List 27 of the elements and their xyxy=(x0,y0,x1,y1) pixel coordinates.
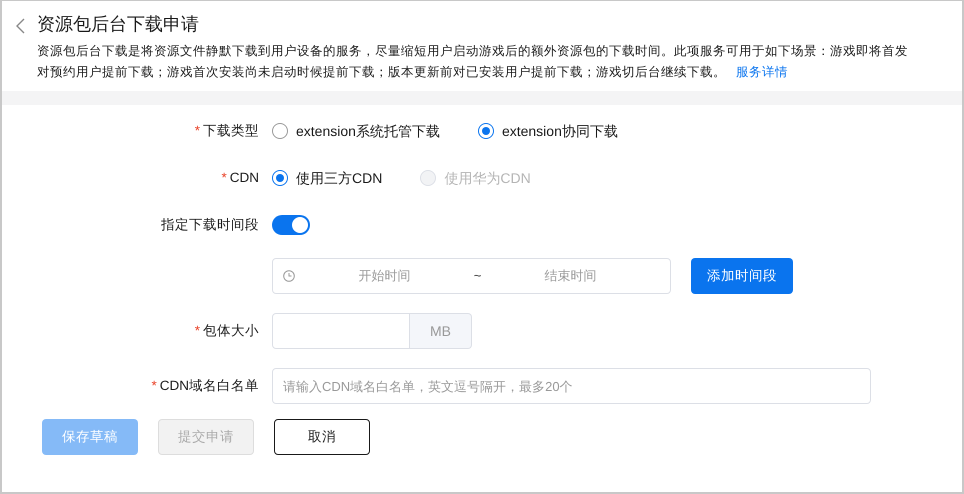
field-label: CDN xyxy=(230,170,259,185)
required-mark: * xyxy=(151,378,157,393)
radio-option[interactable]: 使用三方CDN xyxy=(272,168,382,188)
radio-option[interactable]: extension系统托管下载 xyxy=(272,120,440,142)
start-time-placeholder: 开始时间 xyxy=(357,267,412,286)
page-title: 资源包后台下载申请 xyxy=(37,13,200,36)
add-period-button[interactable]: 添加时间段 xyxy=(691,258,793,294)
clock-icon xyxy=(283,270,295,282)
radio-option[interactable]: extension协同下载 xyxy=(478,120,618,142)
toggle-switch[interactable] xyxy=(272,215,310,235)
unit-addon: MB xyxy=(410,313,472,349)
action-button[interactable]: 取消 xyxy=(274,419,370,455)
field-label: 下载类型 xyxy=(203,122,259,138)
required-mark: * xyxy=(194,122,200,138)
time-range-field[interactable]: 开始时间 ~ 结束时间 xyxy=(272,258,671,294)
size-field[interactable] xyxy=(272,313,410,349)
description: 资源包后台下载是将资源文件静默下载到用户设备的服务，尽量缩短用户启动游戏后的额外资源包的下载时间。此项服务可用于如下场景：游戏即将首发对预约用户提前下载；游戏首次安装尚未启动时候提前下载；版本更新前对已安装用户提前下载；游戏切后台继续下载。 服务详情 xyxy=(37,43,909,81)
service-details-link[interactable]: 服务详情 xyxy=(736,65,788,79)
field-label: CDN域名白名单 xyxy=(160,378,259,393)
back-icon[interactable] xyxy=(16,18,25,34)
end-time-placeholder: 结束时间 xyxy=(544,267,598,286)
whitelist-field[interactable]: 请输入CDN域名白名单，英文逗号隔开，最多20个 xyxy=(272,368,871,404)
field-label: 指定下载时间段 xyxy=(161,216,259,232)
required-mark: * xyxy=(221,170,227,185)
range-separator: ~ xyxy=(474,267,482,286)
field-label: 包体大小 xyxy=(203,322,259,338)
required-mark: * xyxy=(194,322,200,338)
